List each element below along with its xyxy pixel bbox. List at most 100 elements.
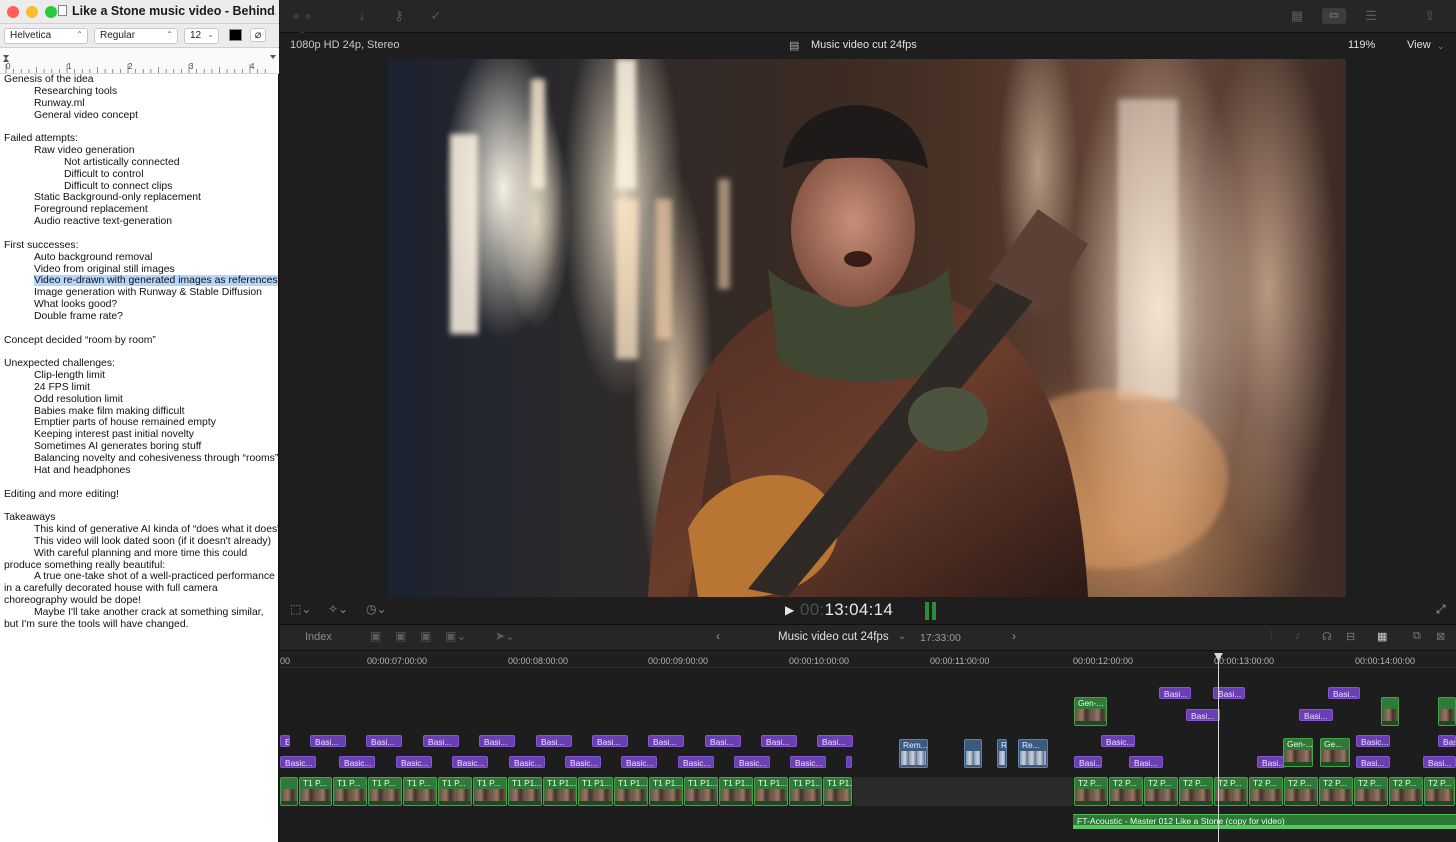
timeline-ruler[interactable]: 00 00:00:07:00:00 00:00:08:00:00 00:00:0…: [280, 651, 1456, 668]
background-tasks-icon[interactable]: ✓: [424, 7, 448, 25]
title-clip[interactable]: Basi...: [1186, 709, 1220, 721]
video-clip[interactable]: T1 P1...: [508, 777, 542, 806]
video-clip[interactable]: T1 P1...: [719, 777, 753, 806]
title-clip[interactable]: Basi...: [648, 735, 684, 747]
video-clip[interactable]: T2 P...: [1424, 777, 1455, 806]
overwrite-clip-icon[interactable]: ▣⌄: [445, 629, 466, 643]
video-clip[interactable]: T2 P...: [1179, 777, 1213, 806]
append-clip-icon[interactable]: ▣: [420, 629, 431, 643]
font-style-select[interactable]: Regular ⌃: [94, 28, 178, 44]
document-text[interactable]: Genesis of the idea Researching tools Runw…: [4, 74, 281, 631]
audio-clip[interactable]: FT-Acoustic - Master 012 Like a Stone (c…: [1073, 814, 1456, 829]
video-clip[interactable]: T1 P...: [368, 777, 402, 806]
transitions-browser-icon[interactable]: ⊠: [1436, 630, 1445, 643]
video-clip[interactable]: T1 P1...: [789, 777, 822, 806]
video-clip[interactable]: T2 P...: [1249, 777, 1283, 806]
video-clip[interactable]: T1 P1...: [578, 777, 613, 806]
title-clip[interactable]: Basi...: [536, 735, 572, 747]
headphones-icon[interactable]: ☊: [1322, 630, 1332, 643]
video-clip[interactable]: T2 P...: [1074, 777, 1108, 806]
title-clip[interactable]: Basi...: [366, 735, 402, 747]
title-clip[interactable]: Basic...: [509, 756, 545, 768]
image-clip[interactable]: [964, 739, 982, 768]
history-forward-icon[interactable]: ›: [1012, 629, 1016, 643]
fullscreen-icon[interactable]: ⤢: [1436, 602, 1446, 617]
title-clip[interactable]: Basi...: [479, 735, 515, 747]
font-size-select[interactable]: 12 ⌄: [184, 28, 219, 44]
title-clip[interactable]: Basic...: [396, 756, 432, 768]
image-clip[interactable]: Rem...: [899, 739, 928, 768]
title-clip[interactable]: Basi...: [1299, 709, 1333, 721]
zoom-button[interactable]: [45, 6, 57, 18]
zoom-menu[interactable]: 119%: [1348, 39, 1375, 51]
play-icon[interactable]: ▶: [785, 603, 794, 617]
video-clip[interactable]: T1 P...: [333, 777, 367, 806]
browser-toggle-icon[interactable]: ▦: [1285, 7, 1309, 25]
title-clip[interactable]: Basi...: [1074, 756, 1102, 768]
video-clip[interactable]: [1381, 697, 1399, 726]
audio-skimming-icon[interactable]: ♪: [1295, 630, 1301, 642]
title-clip[interactable]: Basi...: [592, 735, 628, 747]
close-button[interactable]: [7, 6, 19, 18]
image-clip[interactable]: Re...: [1018, 739, 1048, 768]
video-clip[interactable]: T2 P...: [1214, 777, 1248, 806]
speed-icon[interactable]: ◷⌄: [366, 602, 387, 616]
clip-appearance-icon[interactable]: ▦: [1377, 630, 1387, 643]
title-clip[interactable]: Basi...: [1356, 756, 1390, 768]
video-clip[interactable]: T1 P1...: [684, 777, 718, 806]
title-clip[interactable]: Basi...: [1129, 756, 1163, 768]
title-clip[interactable]: Basi...: [761, 735, 797, 747]
video-clip[interactable]: [1438, 697, 1456, 726]
title-clip[interactable]: Basi...: [423, 735, 459, 747]
video-clip[interactable]: T2 P...: [1319, 777, 1353, 806]
timecode-display[interactable]: 00:13:04:14: [800, 600, 893, 620]
video-clip[interactable]: T2 P...: [1389, 777, 1423, 806]
video-skimming-icon[interactable]: ⫶: [1270, 630, 1273, 643]
title-clip[interactable]: Basic...: [565, 756, 601, 768]
title-clip[interactable]: Basic...: [1101, 735, 1135, 747]
title-clip[interactable]: E: [280, 735, 290, 747]
title-clip[interactable]: Basi...: [1438, 735, 1456, 747]
timeline-tracks[interactable]: FT-Acoustic - Master 012 Like a Stone (c…: [280, 668, 1456, 842]
index-button[interactable]: Index: [305, 631, 332, 643]
minimize-button[interactable]: [26, 6, 38, 18]
timeline-toggle-icon[interactable]: ▭: [1322, 8, 1346, 24]
video-clip[interactable]: T1 P1...: [543, 777, 577, 806]
history-back-icon[interactable]: ‹: [716, 629, 720, 643]
enhance-icon[interactable]: ✧⌄: [328, 602, 348, 616]
video-clip[interactable]: T1 P1...: [614, 777, 648, 806]
title-clip[interactable]: Basi...: [1257, 756, 1285, 768]
font-family-select[interactable]: Helvetica ⌃: [4, 28, 88, 44]
import-icon[interactable]: ↓: [350, 7, 374, 25]
title-clip[interactable]: E: [846, 756, 852, 768]
title-clip[interactable]: Basi...: [1159, 687, 1191, 699]
viewer-frame[interactable]: [388, 59, 1346, 597]
title-clip[interactable]: Basi...: [310, 735, 346, 747]
video-clip[interactable]: Gen-...: [1283, 738, 1313, 767]
keyword-icon[interactable]: ⚷: [387, 7, 411, 25]
title-clip[interactable]: Basic...: [1356, 735, 1390, 747]
transform-icon[interactable]: ⬚⌄: [290, 602, 311, 616]
title-clip[interactable]: Basic...: [339, 756, 375, 768]
video-clip[interactable]: T1 P...: [473, 777, 507, 806]
title-clip[interactable]: Basi...: [705, 735, 741, 747]
video-clip[interactable]: T2 P...: [1109, 777, 1143, 806]
title-clip[interactable]: Basi...: [1423, 756, 1456, 768]
title-clip[interactable]: Basi...: [1328, 687, 1360, 699]
title-clip[interactable]: Basic...: [790, 756, 826, 768]
select-tool-icon[interactable]: ➤⌄: [495, 629, 515, 643]
video-clip[interactable]: T1 P1...: [754, 777, 788, 806]
effects-browser-icon[interactable]: ⧉: [1413, 630, 1421, 643]
gap-clip[interactable]: [853, 777, 1073, 806]
video-clip[interactable]: T1 P...: [403, 777, 437, 806]
video-clip[interactable]: T2 P...: [1144, 777, 1178, 806]
connect-clip-icon[interactable]: ▣: [370, 629, 381, 643]
title-clip[interactable]: Basic...: [678, 756, 714, 768]
title-clip[interactable]: Basic...: [280, 756, 316, 768]
view-menu[interactable]: View: [1407, 39, 1431, 51]
playhead[interactable]: [1218, 656, 1219, 842]
text-color-swatch[interactable]: [229, 29, 242, 41]
video-clip[interactable]: T1 P1...: [649, 777, 683, 806]
image-clip[interactable]: Re: [997, 739, 1007, 768]
video-clip[interactable]: T1 P1...: [823, 777, 852, 806]
